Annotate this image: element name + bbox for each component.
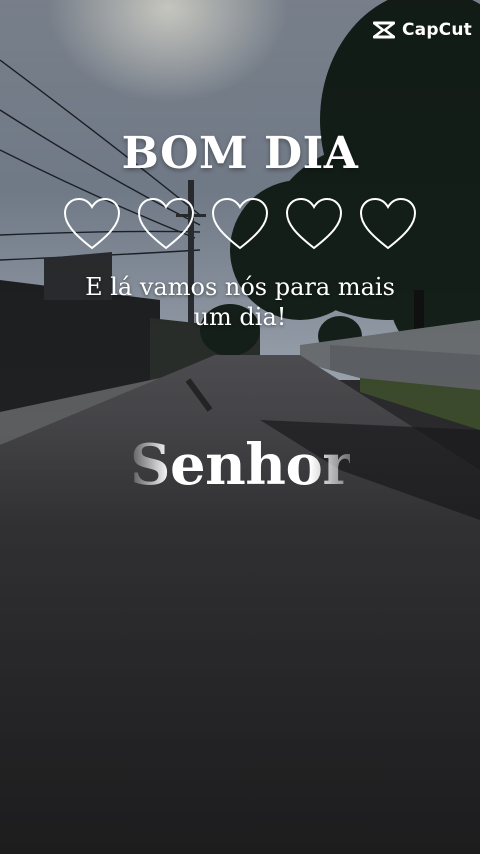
greeting-title: BOM DIA bbox=[121, 128, 359, 179]
heart-icon bbox=[211, 197, 269, 250]
video-frame: CapCut BOM DIA E lá vamos nós para mais … bbox=[0, 0, 480, 854]
animated-word: Senhor bbox=[130, 432, 352, 498]
message-text: E lá vamos nós para mais um dia! bbox=[0, 272, 480, 332]
capcut-watermark: CapCut bbox=[372, 20, 472, 40]
hearts-row bbox=[62, 196, 418, 254]
capcut-logo-text: CapCut bbox=[401, 20, 472, 40]
heart-icon bbox=[359, 197, 417, 250]
message-line-2: um dia! bbox=[193, 303, 287, 331]
heart-icon bbox=[285, 197, 343, 250]
message-line-1: E lá vamos nós para mais bbox=[85, 273, 395, 301]
capcut-logo-icon bbox=[372, 21, 395, 39]
heart-icon bbox=[63, 197, 121, 250]
heart-icon bbox=[137, 197, 195, 250]
